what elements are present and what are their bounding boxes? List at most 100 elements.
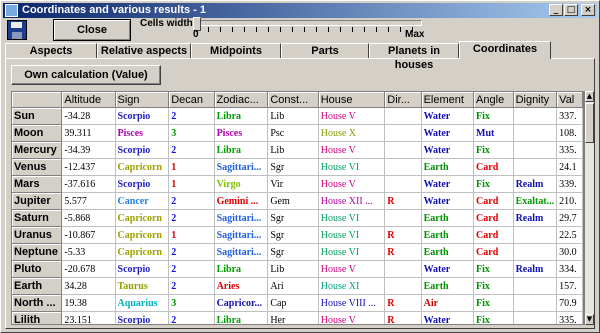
cell-dignity[interactable]: Realm (513, 260, 558, 278)
cell-const[interactable]: Gem (267, 192, 319, 210)
cell-house[interactable]: House V (318, 260, 386, 278)
row-header[interactable]: Saturn (12, 209, 63, 227)
cell-decan[interactable]: 3 (168, 124, 215, 142)
cell-const[interactable]: Cap (267, 294, 319, 312)
cell-sign[interactable]: Capricorn (115, 243, 170, 261)
row-header[interactable]: Sun (12, 107, 63, 125)
cell-angle[interactable]: Fix (473, 107, 514, 125)
cell-altitude[interactable]: 23.151 (61, 311, 116, 324)
cell-altitude[interactable]: 19.38 (61, 294, 116, 312)
cell-element[interactable]: Earth (421, 277, 475, 295)
cell-house[interactable]: House X (318, 124, 386, 142)
column-header[interactable]: Val (556, 92, 583, 108)
cell-zodiac[interactable]: Virgo (214, 175, 269, 193)
cell-dir[interactable] (384, 124, 422, 142)
table-row[interactable]: Jupiter 5.577 Cancer 2 Gemini ... Gem House XI… (12, 192, 583, 210)
tab-parts[interactable]: Parts (281, 43, 369, 58)
cell-altitude[interactable]: -10.867 (61, 226, 116, 244)
cell-dignity[interactable] (513, 226, 558, 244)
table-row[interactable]: Pluto -20.678 Scorpio 2 Libra Lib House V Water… (12, 260, 583, 278)
column-header[interactable]: Angle (473, 92, 514, 108)
title-bar[interactable]: Coordinates and various results - 1 _ □ … (3, 3, 597, 18)
cell-val[interactable]: 337. (556, 107, 583, 125)
tab-relative-aspects[interactable]: Relative aspects (97, 43, 191, 58)
cell-decan[interactable]: 1 (168, 175, 215, 193)
table-row[interactable]: Uranus -10.867 Capricorn 1 Sagittari... Sgr Ho… (12, 226, 583, 244)
cell-decan[interactable]: 2 (168, 141, 215, 159)
cell-dir[interactable]: R (384, 294, 422, 312)
row-header[interactable]: Mars (12, 175, 63, 193)
table-row[interactable]: Mercury -34.39 Scorpio 2 Libra Lib House V Wate… (12, 141, 583, 159)
cell-val[interactable]: 339. (556, 175, 583, 193)
row-header[interactable]: Uranus (12, 226, 63, 244)
cell-zodiac[interactable]: Sagittari... (214, 158, 269, 176)
cell-angle[interactable]: Fix (473, 277, 514, 295)
cell-val[interactable]: 24.1 (556, 158, 583, 176)
cell-const[interactable]: Lib (267, 107, 319, 125)
row-header[interactable]: Lilith (12, 311, 63, 324)
cell-const[interactable]: Vir (267, 175, 319, 193)
table-row[interactable]: Sun -34.28 Scorpio 2 Libra Lib House V Water Fix… (12, 107, 583, 125)
cell-dir[interactable]: R (384, 226, 422, 244)
cell-zodiac[interactable]: Sagittari... (214, 243, 269, 261)
cell-element[interactable]: Water (421, 107, 475, 125)
row-header[interactable]: Neptune (12, 243, 63, 261)
tab-coordinates[interactable]: Coordinates (459, 41, 551, 59)
cell-zodiac[interactable]: Libra (214, 311, 269, 324)
tab-aspects[interactable]: Aspects (5, 43, 97, 58)
cell-altitude[interactable]: 5.577 (61, 192, 116, 210)
table-row[interactable]: Mars -37.616 Scorpio 1 Virgo Vir House V Water F… (12, 175, 583, 193)
cell-angle[interactable]: Card (473, 226, 514, 244)
cell-altitude[interactable]: -34.39 (61, 141, 116, 159)
cell-val[interactable]: 335. (556, 141, 583, 159)
vertical-scrollbar[interactable]: ▲ ▼ (584, 91, 594, 325)
cell-sign[interactable]: Cancer (115, 192, 170, 210)
cell-angle[interactable]: Card (473, 158, 514, 176)
own-calculation-button[interactable]: Own calculation (Value) (11, 65, 161, 85)
cell-val[interactable]: 210. (556, 192, 583, 210)
cell-dignity[interactable] (513, 107, 558, 125)
cell-dir[interactable] (384, 107, 422, 125)
cell-altitude[interactable]: -37.616 (61, 175, 116, 193)
cell-house[interactable]: House VI (318, 209, 386, 227)
cell-dignity[interactable] (513, 277, 558, 295)
cell-decan[interactable]: 3 (168, 294, 215, 312)
cell-sign[interactable]: Pisces (115, 124, 170, 142)
row-header[interactable]: Moon (12, 124, 63, 142)
cell-house[interactable]: House V (318, 175, 386, 193)
scroll-down-icon[interactable]: ▼ (585, 314, 594, 325)
cell-angle[interactable]: Mut (473, 124, 514, 142)
cell-element[interactable]: Earth (421, 243, 475, 261)
cell-sign[interactable]: Capricorn (115, 226, 170, 244)
cell-decan[interactable]: 1 (168, 226, 215, 244)
cell-zodiac[interactable]: Libra (214, 260, 269, 278)
table-row[interactable]: North ... 19.38 Aquarius 3 Capricor... Cap Hou… (12, 294, 583, 312)
cell-const[interactable]: Psc (267, 124, 319, 142)
tab-planets-in-houses[interactable]: Planets in houses (369, 43, 459, 71)
row-header[interactable]: Jupiter (12, 192, 63, 210)
cell-val[interactable]: 70.9 (556, 294, 583, 312)
app-icon[interactable] (5, 4, 18, 17)
cell-dir[interactable]: R (384, 311, 422, 324)
cell-angle[interactable]: Fix (473, 260, 514, 278)
save-icon[interactable] (7, 20, 27, 40)
row-header[interactable]: Earth (12, 277, 63, 295)
cell-const[interactable]: Sgr (267, 209, 319, 227)
cell-val[interactable]: 29.7 (556, 209, 583, 227)
cell-element[interactable]: Water (421, 260, 475, 278)
cell-dir[interactable] (384, 158, 422, 176)
table-row[interactable]: Venus -12.437 Capricorn 1 Sagittari... Sgr Hou… (12, 158, 583, 176)
cell-house[interactable]: House VI (318, 226, 386, 244)
cell-element[interactable]: Water (421, 124, 475, 142)
column-header[interactable]: Element (421, 92, 475, 108)
cell-zodiac[interactable]: Capricor... (214, 294, 269, 312)
cell-sign[interactable]: Scorpio (115, 141, 170, 159)
cell-dignity[interactable]: Realm (513, 209, 558, 227)
cell-altitude[interactable]: -20.678 (61, 260, 116, 278)
cell-sign[interactable]: Taurus (115, 277, 170, 295)
coordinates-grid[interactable]: Altitude Sign Decan Zodiac... Const... House D… (11, 91, 584, 325)
cell-const[interactable]: Lib (267, 141, 319, 159)
cell-dignity[interactable] (513, 158, 558, 176)
cell-dir[interactable]: R (384, 192, 422, 210)
row-header[interactable]: North ... (12, 294, 63, 312)
